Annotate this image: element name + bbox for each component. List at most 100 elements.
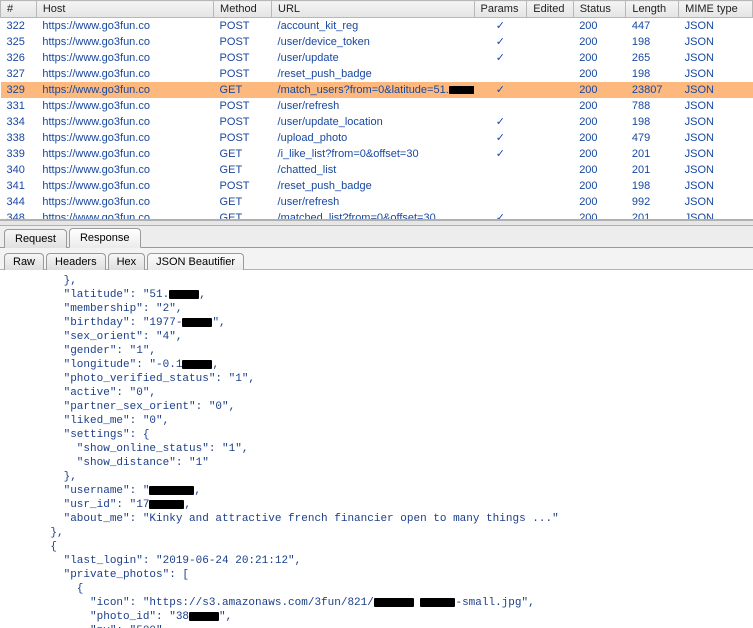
table-cell: 200 <box>573 66 626 82</box>
subtab-headers[interactable]: Headers <box>46 253 106 270</box>
tab-request[interactable]: Request <box>4 229 67 248</box>
sub-tabs: Raw Headers Hex JSON Beautifier <box>0 248 753 270</box>
table-cell: https://www.go3fun.co <box>36 194 213 210</box>
table-cell: 788 <box>626 98 679 114</box>
json-line: "birthday": "1977-", <box>24 316 745 330</box>
table-cell: /matched_list?from=0&offset=30 <box>272 210 475 221</box>
table-cell: /match_users?from=0&latitude=51... <box>272 82 475 98</box>
table-row[interactable]: 348https://www.go3fun.coGET/matched_list… <box>1 210 753 221</box>
table-cell: 344 <box>1 194 37 210</box>
table-cell <box>527 50 573 66</box>
redaction <box>374 598 414 607</box>
json-line: "gender": "1", <box>24 344 745 358</box>
json-line: "show_online_status": "1", <box>24 442 745 456</box>
table-cell: 340 <box>1 162 37 178</box>
table-cell: 322 <box>1 18 37 34</box>
column-header[interactable]: Method <box>214 1 272 18</box>
table-cell: ✓ <box>474 210 527 221</box>
table-cell: JSON <box>679 162 753 178</box>
redaction <box>420 598 455 607</box>
table-row[interactable]: 327https://www.go3fun.coPOST/reset_push_… <box>1 66 753 82</box>
table-cell: ✓ <box>474 34 527 50</box>
table-cell: JSON <box>679 82 753 98</box>
table-cell: /account_kit_reg <box>272 18 475 34</box>
column-header[interactable]: Status <box>573 1 626 18</box>
table-row[interactable]: 334https://www.go3fun.coPOST/user/update… <box>1 114 753 130</box>
redaction <box>169 290 199 299</box>
json-line: "username": ", <box>24 484 745 498</box>
column-header[interactable]: Edited <box>527 1 573 18</box>
subtab-json-beautifier[interactable]: JSON Beautifier <box>147 253 244 270</box>
table-row[interactable]: 325https://www.go3fun.coPOST/user/device… <box>1 34 753 50</box>
json-line: }, <box>24 274 745 288</box>
column-header[interactable]: # <box>1 1 37 18</box>
table-row[interactable]: 344https://www.go3fun.coGET/user/refresh… <box>1 194 753 210</box>
request-table-pane[interactable]: #HostMethodURLParamsEditedStatusLengthMI… <box>0 0 753 220</box>
table-cell: JSON <box>679 50 753 66</box>
table-cell: /user/refresh <box>272 98 475 114</box>
table-cell: 200 <box>573 146 626 162</box>
table-cell <box>474 162 527 178</box>
table-cell: POST <box>214 98 272 114</box>
redaction <box>182 318 212 327</box>
table-cell: 200 <box>573 210 626 221</box>
json-line: }, <box>24 470 745 484</box>
column-header[interactable]: MIME type <box>679 1 753 18</box>
table-cell: 201 <box>626 210 679 221</box>
table-row[interactable]: 326https://www.go3fun.coPOST/user/update… <box>1 50 753 66</box>
table-header-row[interactable]: #HostMethodURLParamsEditedStatusLengthMI… <box>1 1 753 18</box>
table-row[interactable]: 322https://www.go3fun.coPOST/account_kit… <box>1 18 753 34</box>
table-cell <box>527 210 573 221</box>
column-header[interactable]: Host <box>36 1 213 18</box>
table-cell: https://www.go3fun.co <box>36 98 213 114</box>
subtab-label: Headers <box>55 256 97 268</box>
table-cell: https://www.go3fun.co <box>36 178 213 194</box>
table-cell <box>527 178 573 194</box>
table-cell <box>527 162 573 178</box>
table-row[interactable]: 331https://www.go3fun.coPOST/user/refres… <box>1 98 753 114</box>
subtab-raw[interactable]: Raw <box>4 253 44 270</box>
table-cell: POST <box>214 50 272 66</box>
table-cell: POST <box>214 66 272 82</box>
table-cell: 338 <box>1 130 37 146</box>
table-cell: 200 <box>573 114 626 130</box>
table-cell: 198 <box>626 178 679 194</box>
tab-response[interactable]: Response <box>69 228 141 248</box>
table-cell: https://www.go3fun.co <box>36 130 213 146</box>
table-cell: 200 <box>573 34 626 50</box>
table-cell: 198 <box>626 34 679 50</box>
table-row[interactable]: 340https://www.go3fun.coGET/chatted_list… <box>1 162 753 178</box>
table-row[interactable]: 341https://www.go3fun.coPOST/reset_push_… <box>1 178 753 194</box>
table-cell <box>527 66 573 82</box>
table-cell: /user/refresh <box>272 194 475 210</box>
table-cell: GET <box>214 146 272 162</box>
table-cell: /user/device_token <box>272 34 475 50</box>
table-cell: 201 <box>626 162 679 178</box>
table-cell: 341 <box>1 178 37 194</box>
column-header[interactable]: Params <box>474 1 527 18</box>
json-body-pane[interactable]: }, "latitude": "51., "membership": "2", … <box>0 270 753 628</box>
subtab-label: Hex <box>117 256 137 268</box>
table-cell: 992 <box>626 194 679 210</box>
table-cell: 327 <box>1 66 37 82</box>
json-line: "photo_id": "38", <box>24 610 745 624</box>
table-row[interactable]: 329https://www.go3fun.coGET/match_users?… <box>1 82 753 98</box>
table-row[interactable]: 338https://www.go3fun.coPOST/upload_phot… <box>1 130 753 146</box>
table-cell: /reset_push_badge <box>272 178 475 194</box>
table-cell: GET <box>214 194 272 210</box>
tab-label: Response <box>80 232 130 244</box>
table-cell: /i_like_list?from=0&offset=30 <box>272 146 475 162</box>
json-line: "liked_me": "0", <box>24 414 745 428</box>
column-header[interactable]: Length <box>626 1 679 18</box>
subtab-hex[interactable]: Hex <box>108 253 146 270</box>
json-line: "private_photos": [ <box>24 568 745 582</box>
table-cell: 200 <box>573 50 626 66</box>
table-cell <box>527 34 573 50</box>
column-header[interactable]: URL <box>272 1 475 18</box>
table-cell: https://www.go3fun.co <box>36 162 213 178</box>
table-cell: 201 <box>626 146 679 162</box>
table-cell <box>474 178 527 194</box>
json-line: "membership": "2", <box>24 302 745 316</box>
subtab-label: JSON Beautifier <box>156 256 235 268</box>
table-row[interactable]: 339https://www.go3fun.coGET/i_like_list?… <box>1 146 753 162</box>
